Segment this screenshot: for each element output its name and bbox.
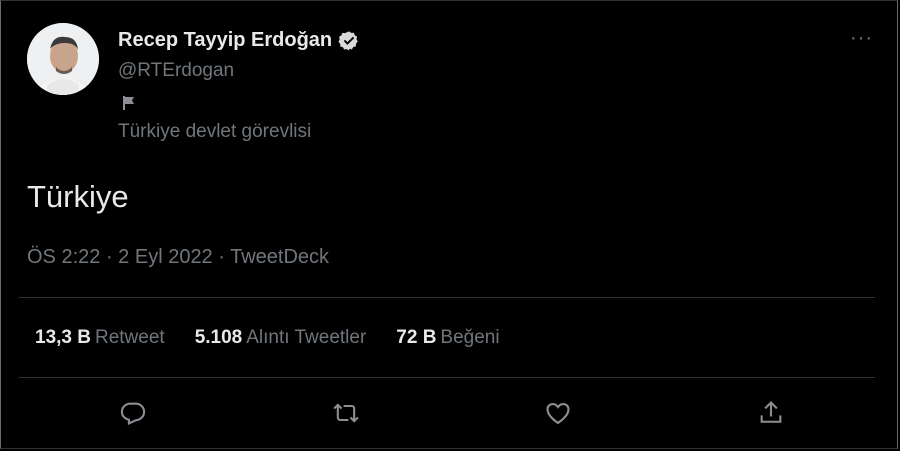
verified-badge-icon xyxy=(338,30,358,51)
like-icon xyxy=(546,402,570,425)
retweet-icon xyxy=(333,403,359,423)
stat-quote-tweets[interactable]: 5.108 Alıntı Tweetler xyxy=(195,327,367,349)
flag-icon xyxy=(123,96,134,110)
reply-icon xyxy=(120,402,146,426)
account-label[interactable]: Türkiye devlet görevlisi xyxy=(118,121,311,143)
tweet-card: Recep Tayyip Erdoğan @RTErdogan Türkiye … xyxy=(0,0,898,449)
tweet-text: Türkiye xyxy=(27,179,129,214)
retweet-button[interactable] xyxy=(326,393,366,433)
avatar[interactable] xyxy=(27,23,99,95)
like-button[interactable] xyxy=(538,393,578,433)
stat-label: Retweet xyxy=(94,327,165,348)
meta-separator: · xyxy=(100,246,119,268)
author-handle[interactable]: @RTErdogan xyxy=(118,60,234,82)
stat-label: Beğeni xyxy=(440,327,500,348)
author-name-row: Recep Tayyip Erdoğan xyxy=(118,29,360,52)
tweet-meta: ÖS 2:22 · 2 Eyl 2022 · TweetDeck xyxy=(27,246,329,269)
tweet-time[interactable]: ÖS 2:22 xyxy=(27,246,100,268)
reply-button[interactable] xyxy=(113,393,153,433)
tweet-header: Recep Tayyip Erdoğan @RTErdogan Türkiye … xyxy=(27,23,877,143)
tweet-date[interactable]: 2 Eyl 2022 xyxy=(118,246,213,268)
stat-retweets[interactable]: 13,3 B Retweet xyxy=(35,327,165,349)
stat-label: Alıntı Tweetler xyxy=(246,327,367,348)
share-icon xyxy=(760,401,782,423)
tweet-stats: 13,3 B Retweet 5.108 Alıntı Tweetler 72 BB… xyxy=(35,327,530,349)
divider xyxy=(19,297,875,298)
more-options-icon[interactable]: ··· xyxy=(850,27,873,50)
stat-value: 13,3 B xyxy=(35,327,91,348)
divider xyxy=(19,377,875,378)
tweet-actions xyxy=(1,393,897,433)
avatar-image xyxy=(27,23,99,95)
share-button[interactable] xyxy=(751,393,791,433)
stat-likes[interactable]: 72 B Beğeni xyxy=(396,327,499,349)
meta-separator: · xyxy=(212,246,231,268)
stat-value: 5.108 xyxy=(194,327,243,348)
stat-value: 72 B xyxy=(396,327,437,348)
tweet-source[interactable]: TweetDeck xyxy=(230,246,329,268)
author-name[interactable]: Recep Tayyip Erdoğan xyxy=(118,29,332,52)
